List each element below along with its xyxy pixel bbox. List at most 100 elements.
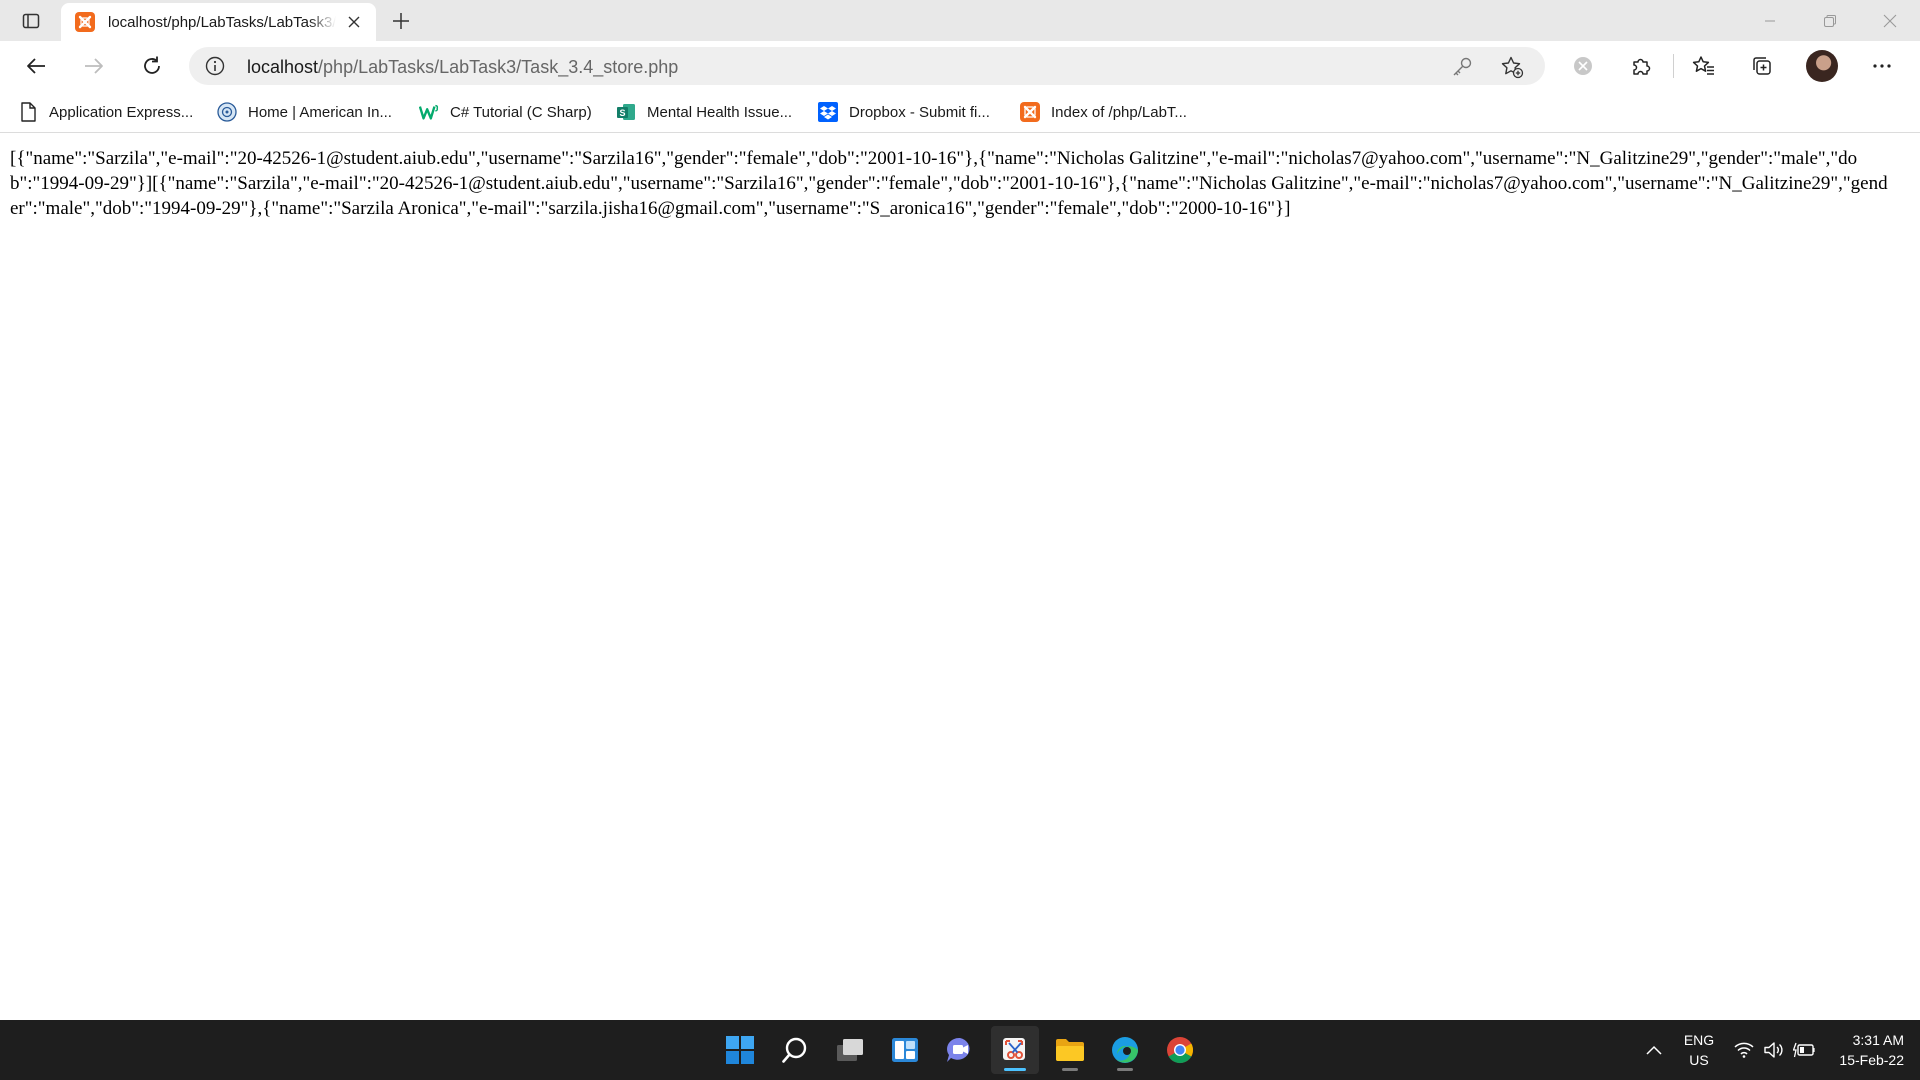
add-favorite-icon[interactable] xyxy=(1500,55,1524,79)
widgets-button[interactable] xyxy=(881,1026,929,1074)
refresh-icon xyxy=(144,56,160,74)
url-text[interactable]: localhost/php/LabTasks/LabTask3/Task_3.4… xyxy=(247,57,678,78)
edge-icon xyxy=(1112,1037,1138,1063)
back-button[interactable] xyxy=(18,48,54,84)
teams-chat-icon xyxy=(947,1037,970,1062)
tab-close-button[interactable] xyxy=(344,12,364,32)
language-code: ENG xyxy=(1683,1032,1715,1048)
task-view-icon xyxy=(837,1039,863,1061)
chrome-button[interactable] xyxy=(1156,1026,1204,1074)
settings-menu-button[interactable] xyxy=(1864,48,1900,84)
tab-actions-icon xyxy=(22,13,40,29)
xampp-icon xyxy=(1020,102,1040,122)
system-clock[interactable]: 3:31 AM 15-Feb-22 xyxy=(1822,1030,1904,1070)
navigation-toolbar: localhost/php/LabTasks/LabTask3/Task_3.4… xyxy=(0,41,1920,91)
bookmark-index-of-php[interactable]: Index of /php/LabT... xyxy=(1020,100,1187,124)
file-explorer-button[interactable] xyxy=(1046,1026,1094,1074)
search-button[interactable] xyxy=(771,1026,819,1074)
running-app-indicator xyxy=(1062,1068,1078,1071)
bookmark-label: Dropbox - Submit fi... xyxy=(849,103,990,121)
battery-status[interactable] xyxy=(1790,1020,1818,1080)
show-hidden-icons-button[interactable] xyxy=(1640,1020,1668,1080)
document-icon xyxy=(18,102,38,122)
chrome-icon xyxy=(1167,1037,1194,1064)
active-app-indicator xyxy=(1004,1068,1026,1071)
bookmark-label: Application Express... xyxy=(49,103,194,121)
minimize-button[interactable] xyxy=(1740,0,1800,41)
favorites-button[interactable] xyxy=(1686,48,1722,84)
widgets-icon xyxy=(892,1038,918,1062)
active-tab[interactable]: localhost/php/LabTasks/LabTask3/Task_3.4… xyxy=(61,3,376,41)
extensions-button[interactable] xyxy=(1623,48,1659,84)
close-icon xyxy=(1883,14,1897,27)
wifi-icon xyxy=(1734,1042,1754,1058)
bookmark-label: Mental Health Issue... xyxy=(647,103,793,121)
puzzle-icon xyxy=(1633,58,1651,75)
start-icon xyxy=(726,1036,754,1064)
forward-button[interactable] xyxy=(76,48,112,84)
bookmark-mental-health[interactable]: S Mental Health Issue... xyxy=(616,100,792,124)
more-options-icon xyxy=(1873,64,1891,68)
refresh-button[interactable] xyxy=(134,48,170,84)
input-language-indicator[interactable]: ENG US xyxy=(1680,1030,1718,1070)
back-arrow-icon xyxy=(27,58,45,74)
plus-icon xyxy=(393,13,409,29)
snipping-tool-icon xyxy=(1003,1038,1025,1060)
url-path: /php/LabTasks/LabTask3/Task_3.4_store.ph… xyxy=(318,57,679,77)
dropbox-icon xyxy=(818,102,838,122)
start-button[interactable] xyxy=(716,1026,764,1074)
tracking-prevention-icon xyxy=(1574,57,1592,75)
running-app-indicator xyxy=(1117,1068,1133,1071)
wifi-status[interactable] xyxy=(1730,1020,1758,1080)
restore-button[interactable] xyxy=(1800,0,1860,41)
clock-time: 3:31 AM xyxy=(1852,1032,1904,1048)
tab-title: localhost/php/LabTasks/LabTask3/Task_3.4… xyxy=(108,13,336,31)
taskbar: ENG US 3:31 AM 15-Feb-22 xyxy=(0,1020,1920,1080)
favorites-bar: Application Express... Home | American I… xyxy=(0,91,1920,133)
collections-icon xyxy=(1753,57,1771,75)
task-view-button[interactable] xyxy=(826,1026,874,1074)
tab-strip: localhost/php/LabTasks/LabTask3/Task_3.4… xyxy=(0,0,1920,41)
bookmark-application-express[interactable]: Application Express... xyxy=(18,100,193,124)
snipping-tool-button[interactable] xyxy=(991,1026,1039,1074)
globe-icon xyxy=(217,102,237,122)
tracking-prevention-button[interactable] xyxy=(1565,48,1601,84)
bookmark-label: C# Tutorial (C Sharp) xyxy=(450,103,592,121)
favorites-icon xyxy=(1692,56,1714,75)
restore-icon xyxy=(1824,14,1836,27)
collections-button[interactable] xyxy=(1744,48,1780,84)
page-content: [{"name":"Sarzila","e-mail":"20-42526-1@… xyxy=(0,134,1920,1020)
window-controls xyxy=(1740,0,1920,41)
volume-status[interactable] xyxy=(1760,1020,1788,1080)
battery-charging-icon xyxy=(1793,1042,1815,1058)
region-code: US xyxy=(1689,1052,1709,1068)
xampp-icon xyxy=(75,12,95,32)
bookmark-dropbox[interactable]: Dropbox - Submit fi... xyxy=(818,100,990,124)
toolbar-divider xyxy=(1673,54,1674,78)
edge-button[interactable] xyxy=(1101,1026,1149,1074)
browser-window: localhost/php/LabTasks/LabTask3/Task_3.4… xyxy=(0,0,1920,1020)
close-window-button[interactable] xyxy=(1860,0,1920,41)
svg-text:S: S xyxy=(619,108,625,118)
chevron-up-icon xyxy=(1646,1045,1662,1055)
volume-icon xyxy=(1764,1042,1783,1058)
minimize-icon xyxy=(1765,20,1775,21)
clock-date: 15-Feb-22 xyxy=(1839,1052,1904,1068)
profile-avatar[interactable] xyxy=(1806,50,1838,82)
bookmark-label: Home | American In... xyxy=(248,103,392,121)
site-info-icon[interactable] xyxy=(205,56,225,76)
address-bar[interactable]: localhost/php/LabTasks/LabTask3/Task_3.4… xyxy=(189,47,1545,85)
file-explorer-icon xyxy=(1056,1039,1084,1061)
forward-arrow-icon xyxy=(85,58,103,74)
search-icon xyxy=(782,1037,807,1063)
teams-chat-button[interactable] xyxy=(936,1026,984,1074)
new-tab-button[interactable] xyxy=(386,6,416,36)
key-icon[interactable] xyxy=(1451,56,1473,78)
bookmark-csharp-tutorial[interactable]: C# Tutorial (C Sharp) xyxy=(419,100,592,124)
bookmark-american-international[interactable]: Home | American In... xyxy=(217,100,392,124)
bookmark-label: Index of /php/LabT... xyxy=(1051,103,1187,121)
close-icon xyxy=(348,16,360,28)
url-host: localhost xyxy=(247,57,319,77)
tab-actions-button[interactable] xyxy=(14,6,48,36)
w3schools-icon xyxy=(419,102,439,122)
